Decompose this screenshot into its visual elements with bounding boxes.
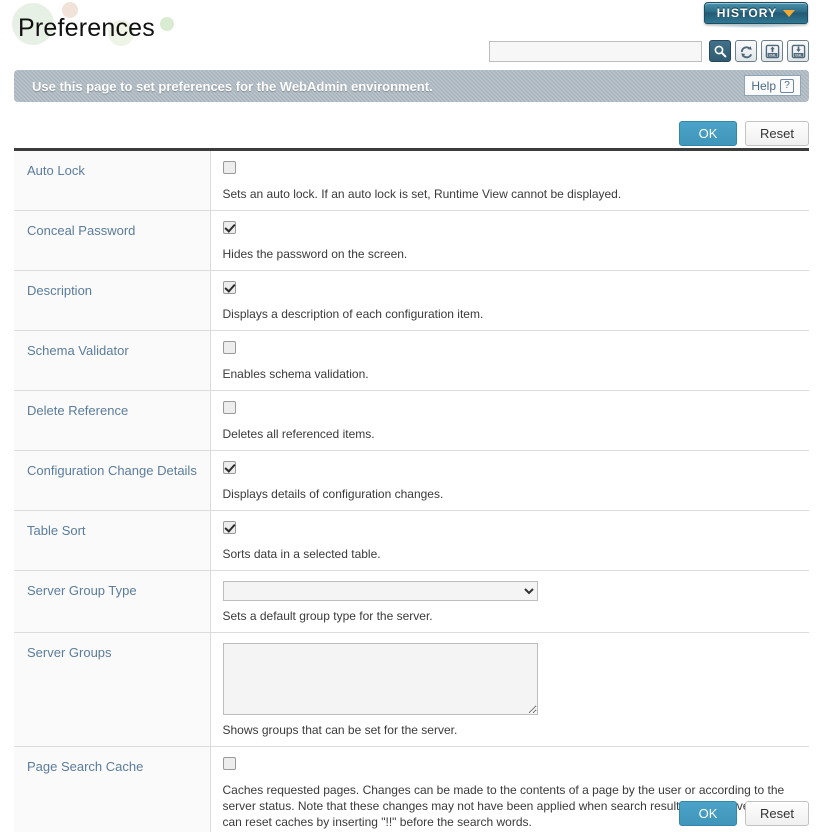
row-checkbox[interactable] bbox=[222, 281, 236, 294]
row-label: Configuration Change Details bbox=[27, 463, 197, 478]
row-value-cell: Sets a default group type for the server… bbox=[210, 570, 809, 633]
reload-button[interactable] bbox=[735, 40, 757, 62]
reload-icon bbox=[740, 45, 752, 58]
row-checkbox[interactable] bbox=[222, 521, 236, 534]
reset-button-top[interactable]: Reset bbox=[745, 121, 809, 146]
search-toolbar: XML XML bbox=[489, 40, 809, 62]
row-checkbox[interactable] bbox=[222, 461, 236, 474]
row-label: Page Search Cache bbox=[27, 759, 144, 774]
row-checkbox[interactable] bbox=[222, 221, 236, 234]
row-value-cell: Sets an auto lock. If an auto lock is se… bbox=[210, 149, 809, 211]
action-bar-top: OK Reset bbox=[679, 121, 809, 146]
table-row: Schema Validator Enables schema validatio… bbox=[14, 330, 809, 391]
row-label-cell: Server Groups bbox=[14, 632, 211, 747]
row-value-cell: Displays details of configuration change… bbox=[210, 450, 809, 511]
page-header: Preferences HISTORY XML XML bbox=[0, 0, 823, 66]
svg-text:XML: XML bbox=[794, 52, 803, 57]
row-description: Displays details of configuration change… bbox=[222, 487, 444, 501]
row-label-cell: Delete Reference bbox=[14, 390, 211, 451]
row-value-cell: Hides the password on the screen. bbox=[210, 210, 809, 271]
help-button[interactable]: Help ? bbox=[744, 75, 801, 96]
row-label: Server Group Type bbox=[27, 583, 137, 598]
row-checkbox[interactable] bbox=[222, 757, 236, 770]
row-label-cell: Server Group Type bbox=[14, 570, 211, 633]
info-banner: Use this page to set preferences for the… bbox=[14, 70, 809, 102]
xml-download-button[interactable]: XML bbox=[787, 40, 809, 62]
table-row: Description Displays a description of eac… bbox=[14, 270, 809, 331]
history-button-glow bbox=[700, 24, 812, 28]
history-button[interactable]: HISTORY bbox=[704, 2, 808, 24]
table-row: Delete Reference Deletes all referenced i… bbox=[14, 390, 809, 451]
row-value-cell: Enables schema validation. bbox=[210, 330, 809, 391]
help-button-label: Help bbox=[751, 78, 776, 93]
decorative-circle-small bbox=[160, 17, 174, 31]
row-label-cell: Conceal Password bbox=[14, 210, 211, 271]
row-label: Table Sort bbox=[27, 523, 86, 538]
preferences-table: Auto Lock Sets an auto lock. If an auto l… bbox=[14, 148, 809, 832]
table-row: Auto Lock Sets an auto lock. If an auto l… bbox=[14, 149, 809, 211]
xml-download-icon: XML bbox=[791, 44, 805, 58]
table-row: Configuration Change Details Displays det… bbox=[14, 450, 809, 511]
row-description: Shows groups that can be set for the ser… bbox=[222, 723, 458, 737]
row-description: Sets an auto lock. If an auto lock is se… bbox=[222, 187, 622, 201]
row-description: Deletes all referenced items. bbox=[222, 427, 375, 441]
row-description: Enables schema validation. bbox=[222, 367, 369, 381]
row-description: Sorts data in a selected table. bbox=[222, 547, 381, 561]
row-checkbox[interactable] bbox=[222, 341, 236, 354]
row-label: Schema Validator bbox=[27, 343, 129, 358]
row-select[interactable] bbox=[222, 581, 538, 601]
row-label: Conceal Password bbox=[27, 223, 136, 238]
row-description: Displays a description of each configura… bbox=[222, 307, 484, 321]
action-bar-bottom: OK Reset bbox=[679, 801, 809, 826]
row-value-cell: Shows groups that can be set for the ser… bbox=[210, 632, 809, 747]
chevron-down-icon bbox=[783, 9, 796, 17]
question-mark-icon: ? bbox=[780, 78, 794, 93]
reset-button-bottom[interactable]: Reset bbox=[745, 801, 809, 826]
history-button-wrap: HISTORY bbox=[700, 2, 812, 28]
row-label-cell: Table Sort bbox=[14, 510, 211, 571]
row-label: Description bbox=[27, 283, 93, 298]
row-label-cell: Auto Lock bbox=[14, 149, 211, 211]
row-label-cell: Page Search Cache bbox=[14, 746, 211, 832]
table-row: Server Group Type Sets a default group ty… bbox=[14, 570, 809, 633]
svg-text:XML: XML bbox=[768, 52, 777, 57]
row-description: Sets a default group type for the server… bbox=[222, 609, 433, 623]
table-row: Table Sort Sorts data in a selected table… bbox=[14, 510, 809, 571]
row-checkbox[interactable] bbox=[222, 401, 236, 414]
row-checkbox[interactable] bbox=[222, 161, 236, 174]
xml-upload-button[interactable]: XML bbox=[761, 40, 783, 62]
row-textarea[interactable] bbox=[222, 643, 538, 715]
row-label-cell: Description bbox=[14, 270, 211, 331]
row-label: Auto Lock bbox=[27, 163, 85, 178]
row-value-cell: Deletes all referenced items. bbox=[210, 390, 809, 451]
row-label-cell: Configuration Change Details bbox=[14, 450, 211, 511]
row-label-cell: Schema Validator bbox=[14, 330, 211, 391]
page-title: Preferences bbox=[18, 14, 155, 42]
search-input[interactable] bbox=[489, 40, 702, 62]
row-value-cell: Sorts data in a selected table. bbox=[210, 510, 809, 571]
table-row: Server Groups Shows groups that can be se… bbox=[14, 632, 809, 747]
table-row: Conceal Password Hides the password on th… bbox=[14, 210, 809, 271]
search-button[interactable] bbox=[709, 40, 731, 62]
history-button-label: HISTORY bbox=[716, 6, 778, 20]
info-banner-text: Use this page to set preferences for the… bbox=[32, 78, 433, 94]
row-label: Server Groups bbox=[27, 645, 112, 660]
ok-button-top[interactable]: OK bbox=[679, 121, 738, 146]
preferences-page: Preferences HISTORY XML XML Use this pag… bbox=[0, 0, 823, 832]
row-value-cell: Displays a description of each configura… bbox=[210, 270, 809, 331]
row-label: Delete Reference bbox=[27, 403, 129, 418]
search-icon bbox=[714, 45, 727, 58]
ok-button-bottom[interactable]: OK bbox=[679, 801, 738, 826]
xml-upload-icon: XML bbox=[765, 44, 779, 58]
row-description: Hides the password on the screen. bbox=[222, 247, 408, 261]
